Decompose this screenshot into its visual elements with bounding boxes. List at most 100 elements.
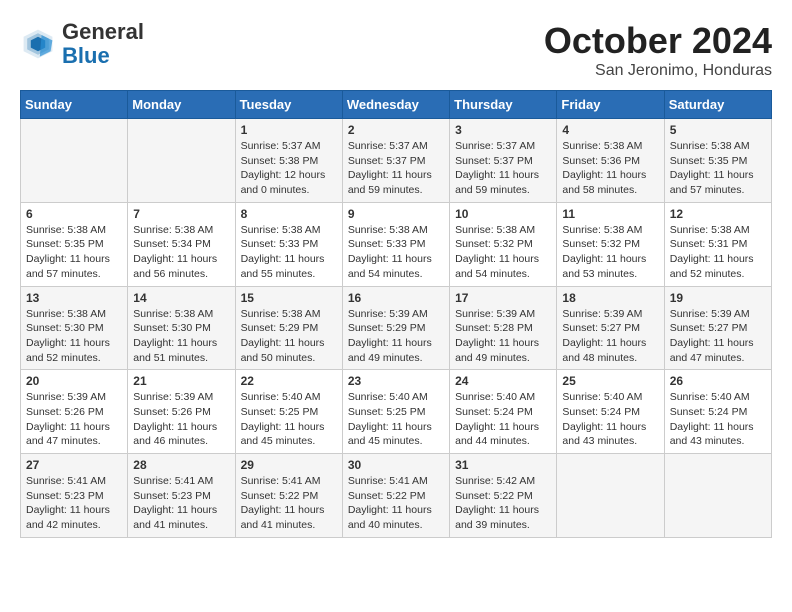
day-info: Sunrise: 5:42 AMSunset: 5:22 PMDaylight:…: [455, 474, 551, 533]
day-info-line: and 52 minutes.: [26, 352, 101, 364]
calendar-cell: 8 Sunrise: 5:38 AMSunset: 5:33 PMDaylight…: [235, 202, 342, 286]
day-info: Sunrise: 5:39 AMSunset: 5:26 PMDaylight:…: [26, 390, 122, 449]
calendar-cell: 5 Sunrise: 5:38 AMSunset: 5:35 PMDaylight…: [664, 119, 771, 203]
day-number: 2: [348, 123, 444, 137]
day-info-line: Sunrise: 5:38 AM: [241, 308, 321, 320]
calendar-cell: 24Sunrise: 5:40 AMSunset: 5:24 PMDayligh…: [450, 370, 557, 454]
day-info: Sunrise: 5:40 AMSunset: 5:24 PMDaylight:…: [670, 390, 766, 449]
day-number: 12: [670, 207, 766, 221]
day-info: Sunrise: 5:38 AMSunset: 5:35 PMDaylight:…: [670, 139, 766, 198]
day-info-line: Sunset: 5:31 PM: [670, 238, 748, 250]
day-info-line: Daylight: 11 hours: [670, 421, 754, 433]
day-info-line: Sunrise: 5:37 AM: [455, 140, 535, 152]
calendar-cell: [21, 119, 128, 203]
column-header-thursday: Thursday: [450, 91, 557, 119]
day-number: 1: [241, 123, 337, 137]
day-info: Sunrise: 5:39 AMSunset: 5:29 PMDaylight:…: [348, 307, 444, 366]
day-info-line: Sunrise: 5:37 AM: [348, 140, 428, 152]
day-info: Sunrise: 5:40 AMSunset: 5:25 PMDaylight:…: [241, 390, 337, 449]
day-info: Sunrise: 5:37 AMSunset: 5:37 PMDaylight:…: [348, 139, 444, 198]
day-info-line: Sunset: 5:27 PM: [562, 322, 640, 334]
day-number: 8: [241, 207, 337, 221]
day-number: 10: [455, 207, 551, 221]
day-number: 31: [455, 458, 551, 472]
calendar-cell: 15Sunrise: 5:38 AMSunset: 5:29 PMDayligh…: [235, 286, 342, 370]
day-info-line: Sunrise: 5:40 AM: [455, 391, 535, 403]
day-info-line: Sunset: 5:32 PM: [562, 238, 640, 250]
day-info: Sunrise: 5:38 AMSunset: 5:32 PMDaylight:…: [455, 223, 551, 282]
calendar-cell: 10 Sunrise: 5:38 AMSunset: 5:32 PMDayligh…: [450, 202, 557, 286]
day-info-line: and 43 minutes.: [670, 435, 745, 447]
day-number: 25: [562, 374, 658, 388]
day-info-line: Sunset: 5:30 PM: [26, 322, 104, 334]
day-info-line: and 39 minutes.: [455, 519, 530, 531]
logo: General Blue: [20, 20, 144, 68]
calendar-cell: 3 Sunrise: 5:37 AMSunset: 5:37 PMDaylight…: [450, 119, 557, 203]
day-info-line: Sunset: 5:26 PM: [133, 406, 211, 418]
day-info: Sunrise: 5:41 AMSunset: 5:22 PMDaylight:…: [348, 474, 444, 533]
day-number: 11: [562, 207, 658, 221]
day-info-line: and 49 minutes.: [455, 352, 530, 364]
day-info-line: Daylight: 11 hours: [241, 421, 325, 433]
day-number: 16: [348, 291, 444, 305]
day-info-line: Sunrise: 5:38 AM: [562, 140, 642, 152]
day-info-line: Daylight: 11 hours: [348, 253, 432, 265]
day-info-line: and 44 minutes.: [455, 435, 530, 447]
day-number: 5: [670, 123, 766, 137]
day-info-line: Sunrise: 5:38 AM: [562, 224, 642, 236]
day-info: Sunrise: 5:40 AMSunset: 5:24 PMDaylight:…: [562, 390, 658, 449]
day-info: Sunrise: 5:37 AMSunset: 5:37 PMDaylight:…: [455, 139, 551, 198]
calendar-cell: [664, 454, 771, 538]
day-info-line: Sunrise: 5:39 AM: [26, 391, 106, 403]
day-info-line: Sunrise: 5:41 AM: [241, 475, 321, 487]
day-number: 22: [241, 374, 337, 388]
month-title: October 2024: [544, 20, 772, 62]
day-info-line: and 47 minutes.: [26, 435, 101, 447]
calendar-cell: 30 Sunrise: 5:41 AMSunset: 5:22 PMDayligh…: [342, 454, 449, 538]
day-info-line: Sunset: 5:22 PM: [241, 490, 319, 502]
day-number: 3: [455, 123, 551, 137]
calendar-cell: 2 Sunrise: 5:37 AMSunset: 5:37 PMDaylight…: [342, 119, 449, 203]
day-info-line: Daylight: 11 hours: [670, 169, 754, 181]
day-info-line: Daylight: 11 hours: [348, 421, 432, 433]
day-info-line: Daylight: 11 hours: [241, 504, 325, 516]
day-info-line: Sunset: 5:23 PM: [133, 490, 211, 502]
day-number: 26: [670, 374, 766, 388]
day-info-line: Sunrise: 5:39 AM: [455, 308, 535, 320]
column-header-wednesday: Wednesday: [342, 91, 449, 119]
calendar-cell: 6Sunrise: 5:38 AMSunset: 5:35 PMDaylight…: [21, 202, 128, 286]
day-info-line: Daylight: 11 hours: [562, 253, 646, 265]
day-info-line: and 46 minutes.: [133, 435, 208, 447]
day-info-line: Sunrise: 5:38 AM: [455, 224, 535, 236]
day-number: 7: [133, 207, 229, 221]
calendar-cell: 11 Sunrise: 5:38 AM Sunset: 5:32 PM Dayligh…: [557, 202, 664, 286]
calendar-week-4: 20Sunrise: 5:39 AMSunset: 5:26 PMDayligh…: [21, 370, 772, 454]
header-row: SundayMondayTuesdayWednesdayThursdayFrid…: [21, 91, 772, 119]
day-info-line: Sunrise: 5:41 AM: [348, 475, 428, 487]
calendar-header: SundayMondayTuesdayWednesdayThursdayFrid…: [21, 91, 772, 119]
day-info-line: Sunrise: 5:38 AM: [26, 308, 106, 320]
day-info-line: Daylight: 11 hours: [133, 337, 217, 349]
day-number: 28: [133, 458, 229, 472]
day-info: Sunrise: 5:38 AMSunset: 5:30 PMDaylight:…: [26, 307, 122, 366]
day-info: Sunrise: 5:38 AMSunset: 5:34 PMDaylight:…: [133, 223, 229, 282]
calendar-cell: 13Sunrise: 5:38 AMSunset: 5:30 PMDayligh…: [21, 286, 128, 370]
day-info-line: Daylight: 11 hours: [562, 169, 646, 181]
day-info-line: Daylight: 12 hours: [241, 169, 326, 181]
day-info: Sunrise: 5:37 AMSunset: 5:38 PMDaylight:…: [241, 139, 337, 198]
day-info-line: Sunrise: 5:38 AM: [26, 224, 106, 236]
column-header-friday: Friday: [557, 91, 664, 119]
day-info-line: and 48 minutes.: [562, 352, 637, 364]
day-number: 24: [455, 374, 551, 388]
calendar-cell: 27Sunrise: 5:41 AMSunset: 5:23 PMDayligh…: [21, 454, 128, 538]
day-number: 30: [348, 458, 444, 472]
day-info: Sunrise: 5:38 AMSunset: 5:33 PMDaylight:…: [241, 223, 337, 282]
calendar-cell: 17Sunrise: 5:39 AMSunset: 5:28 PMDayligh…: [450, 286, 557, 370]
day-info: Sunrise: 5:38 AMSunset: 5:35 PMDaylight:…: [26, 223, 122, 282]
calendar-week-3: 13Sunrise: 5:38 AMSunset: 5:30 PMDayligh…: [21, 286, 772, 370]
day-info-line: Daylight: 11 hours: [241, 253, 325, 265]
calendar-cell: 12Sunrise: 5:38 AMSunset: 5:31 PMDayligh…: [664, 202, 771, 286]
day-info-line: Daylight: 11 hours: [26, 504, 110, 516]
calendar-cell: 20Sunrise: 5:39 AMSunset: 5:26 PMDayligh…: [21, 370, 128, 454]
day-number: 15: [241, 291, 337, 305]
